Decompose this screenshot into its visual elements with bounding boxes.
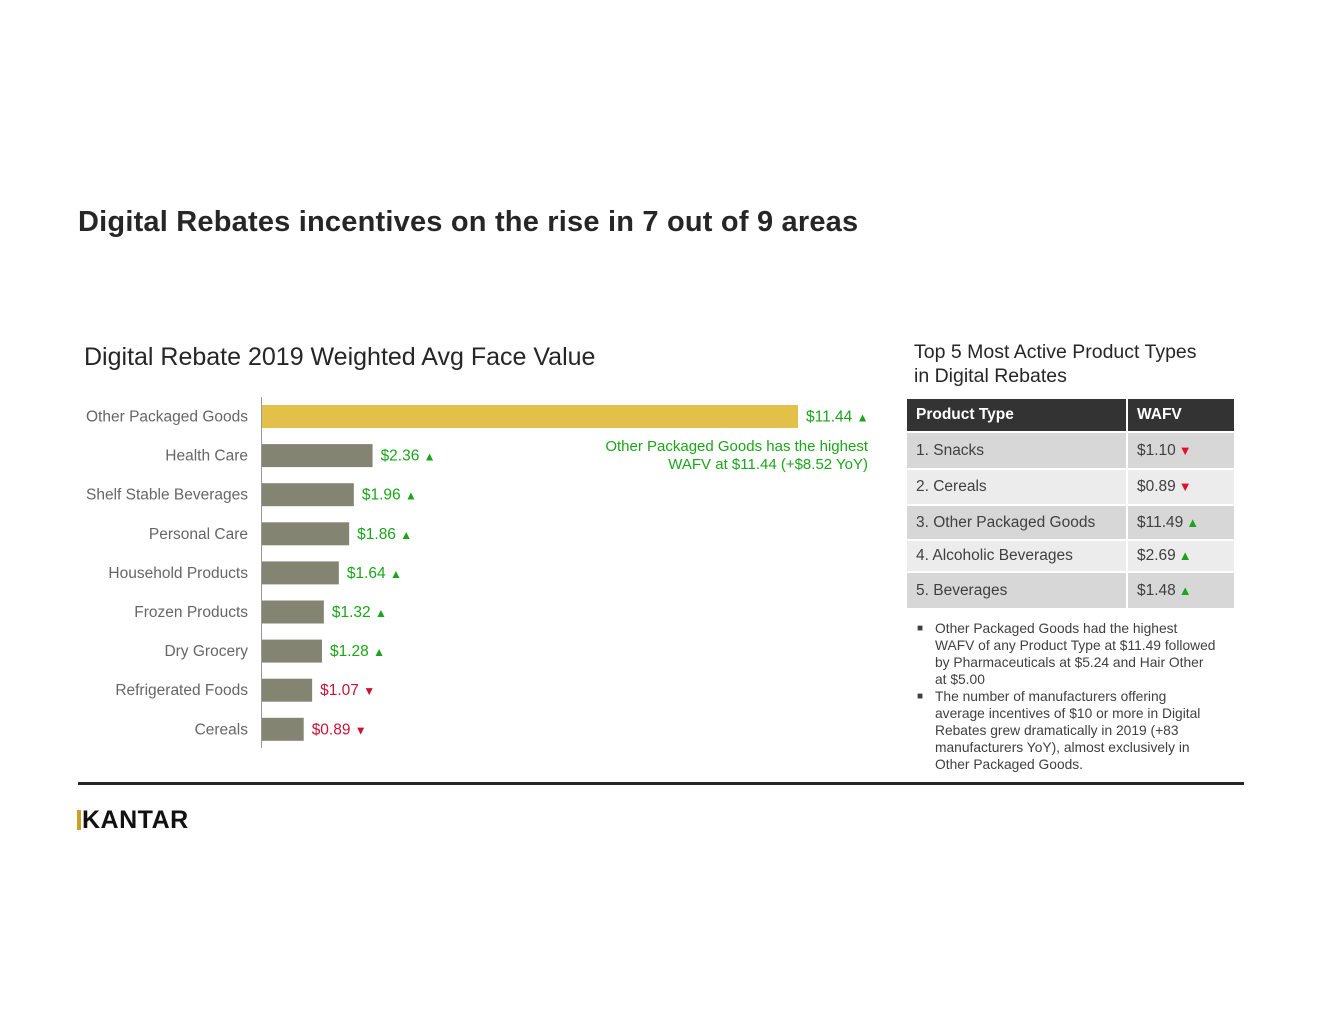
bar — [262, 405, 798, 428]
chart-annotation: Other Packaged Goods has the highest WAF… — [605, 438, 868, 473]
wafv-value: $11.49 — [1137, 513, 1184, 531]
category-label: Dry Grocery — [164, 643, 248, 660]
logo-text: KANTAR — [82, 806, 189, 834]
wafv-value: $1.10 — [1137, 441, 1176, 459]
bar — [262, 522, 350, 546]
kantar-logo: KANTAR — [77, 806, 189, 836]
category-label: Household Products — [108, 565, 248, 582]
table-title-line2: in Digital Rebates — [914, 365, 1067, 387]
wafv-value: $1.48 — [1137, 581, 1176, 599]
trend-up-icon: ▲ — [373, 645, 385, 659]
data-label: $1.96 ▲ — [362, 487, 417, 504]
data-label: $11.44 ▲ — [806, 409, 868, 426]
data-label: $2.36 ▲ — [381, 448, 436, 465]
trend-up-icon: ▲ — [375, 606, 387, 620]
table-row: 5. Beverages $1.48 ▲ — [907, 571, 1234, 608]
note-text: The number of manufacturers offering ave… — [935, 689, 1201, 772]
wafv-cell: $0.89 ▼ — [1127, 468, 1234, 505]
product-type-cell: 1. Snacks — [907, 431, 1128, 469]
wafv-cell: $2.69 ▲ — [1127, 539, 1234, 572]
data-label: $1.32 ▲ — [332, 604, 387, 621]
trend-down-icon: ▼ — [355, 723, 367, 737]
note-text: Other Packaged Goods had the highest WAF… — [935, 621, 1216, 687]
trend-up-icon: ▲ — [405, 489, 417, 503]
category-label: Personal Care — [149, 526, 248, 543]
bar — [262, 678, 313, 702]
trend-up-icon: ▲ — [1178, 582, 1192, 598]
bar — [262, 639, 322, 663]
trend-up-icon: ▲ — [424, 450, 436, 464]
table-row: 1. Snacks $1.10 ▼ — [907, 431, 1234, 469]
data-label: $1.28 ▲ — [330, 643, 385, 660]
category-label: Cereals — [195, 721, 249, 738]
table-title-line1: Top 5 Most Active Product Types — [914, 341, 1197, 363]
trend-up-icon: ▲ — [400, 528, 412, 542]
table-header-row: Product Type WAFV — [907, 399, 1234, 432]
data-label: $0.89 ▼ — [312, 721, 367, 738]
trend-up-icon: ▲ — [390, 567, 402, 581]
note-item: ■ Other Packaged Goods had the highest WA… — [916, 620, 1216, 688]
table-row: 4. Alcoholic Beverages $2.69 ▲ — [907, 539, 1234, 572]
bar — [262, 444, 373, 468]
data-label: $1.86 ▲ — [357, 526, 412, 543]
product-type-cell: 4. Alcoholic Beverages — [907, 539, 1128, 572]
table-row: 2. Cereals $0.89 ▼ — [907, 468, 1234, 505]
notes-list: ■ Other Packaged Goods had the highest WA… — [916, 620, 1216, 773]
bar — [262, 717, 304, 741]
column-header-wafv: WAFV — [1127, 399, 1234, 432]
trend-down-icon: ▼ — [1178, 479, 1192, 494]
logo-mark-icon — [77, 810, 81, 830]
wafv-cell: $1.10 ▼ — [1127, 431, 1234, 469]
bullet-icon: ■ — [917, 623, 924, 634]
footer-divider — [78, 782, 1244, 785]
category-label: Frozen Products — [134, 604, 248, 621]
wafv-cell: $1.48 ▲ — [1127, 571, 1234, 608]
product-type-cell: 5. Beverages — [907, 571, 1128, 608]
category-label: Refrigerated Foods — [115, 682, 248, 699]
wafv-cell: $11.49 ▲ — [1127, 504, 1234, 540]
table-title: Top 5 Most Active Product Types in Digit… — [914, 340, 1197, 388]
data-label: $1.64 ▲ — [347, 565, 402, 582]
trend-up-icon: ▲ — [857, 411, 869, 425]
wafv-value: $0.89 — [1137, 478, 1176, 495]
trend-down-icon: ▼ — [1178, 442, 1192, 458]
note-item: ■ The number of manufacturers offering av… — [916, 688, 1216, 773]
category-label: Health Care — [165, 448, 248, 465]
wafv-value: $2.69 — [1137, 547, 1176, 564]
product-type-cell: 2. Cereals — [907, 468, 1128, 505]
trend-up-icon: ▲ — [1186, 514, 1200, 530]
bullet-icon: ■ — [917, 691, 924, 702]
column-header-product-type: Product Type — [907, 399, 1128, 432]
bar — [262, 600, 324, 624]
category-label: Other Packaged Goods — [86, 409, 248, 426]
category-label: Shelf Stable Beverages — [86, 487, 248, 504]
top5-table: Product Type WAFV 1. Snacks $1.10 ▼ 2. Ce… — [907, 399, 1234, 608]
product-type-cell: 3. Other Packaged Goods — [907, 504, 1128, 540]
table-row: 3. Other Packaged Goods $11.49 ▲ — [907, 504, 1234, 540]
data-label: $1.07 ▼ — [320, 682, 375, 699]
bar-chart: Other Packaged Goods $11.44 ▲ Health Care $… — [86, 397, 868, 748]
trend-up-icon: ▲ — [1178, 548, 1192, 563]
bar — [262, 561, 339, 585]
trend-down-icon: ▼ — [363, 684, 375, 698]
bar — [262, 483, 354, 507]
